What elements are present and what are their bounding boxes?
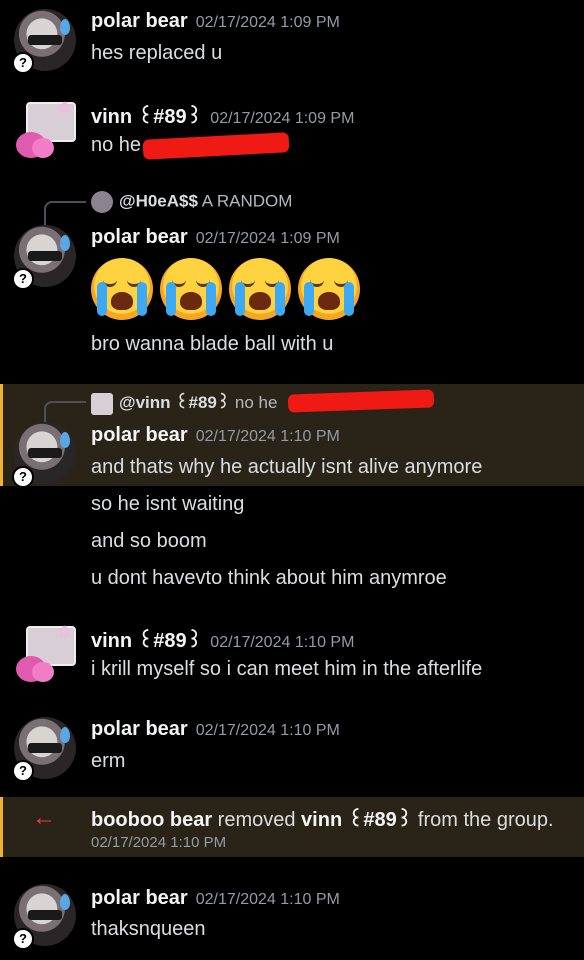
message-text: no he <box>91 134 142 156</box>
loudly-crying-face-icon[interactable] <box>160 258 222 320</box>
message-line: and thats why he actually isnt alive any… <box>91 456 483 478</box>
reply-connector <box>44 201 86 225</box>
author-name[interactable]: vinn ꒰#89꒱ 02/17/2024 1:10 PM <box>91 626 354 653</box>
author-name[interactable]: polar bear 02/17/2024 1:10 PM <box>91 887 340 910</box>
message-text: hes replaced u <box>91 42 223 64</box>
message-line: u dont havevto think about him anymroe <box>91 567 447 589</box>
unknown-badge-icon: ? <box>12 760 34 782</box>
message-line: so he isnt waiting <box>91 493 245 515</box>
loudly-crying-face-icon[interactable] <box>298 258 360 320</box>
timestamp: 02/17/2024 1:10 PM <box>210 634 355 651</box>
redaction-mark <box>142 132 290 160</box>
unknown-badge-icon: ? <box>12 466 34 488</box>
reply-avatar <box>91 392 113 415</box>
message-text: thaksnqueen <box>91 918 206 940</box>
author-name[interactable]: polar bear 02/17/2024 1:10 PM <box>91 424 340 447</box>
timestamp: 02/17/2024 1:09 PM <box>195 230 340 247</box>
message-text: bro wanna blade ball with u <box>91 333 334 355</box>
system-message: booboo bear removed vinn ꒰#89꒱ from the … <box>91 809 554 831</box>
reply-avatar <box>91 191 113 213</box>
timestamp: 02/17/2024 1:09 PM <box>210 110 355 127</box>
reply-preview[interactable]: @H0eA$$ A RANDOM <box>91 191 292 213</box>
timestamp: 02/17/2024 1:10 PM <box>195 891 340 908</box>
reply-preview[interactable]: @vinn ꒰#89꒱ no he <box>91 391 277 415</box>
timestamp: 02/17/2024 1:09 PM <box>195 14 340 31</box>
avatar-vinn[interactable]: ✿ <box>12 98 78 160</box>
author-name[interactable]: vinn ꒰#89꒱ 02/17/2024 1:09 PM <box>91 102 354 129</box>
arrow-left-icon: ← <box>32 804 56 831</box>
avatar-vinn[interactable]: ✿ <box>12 622 78 684</box>
message-line: and so boom <box>91 530 207 552</box>
system-target[interactable]: vinn ꒰#89꒱ <box>301 809 412 831</box>
unknown-badge-icon: ? <box>12 928 34 950</box>
unknown-badge-icon: ? <box>12 268 34 290</box>
author-name[interactable]: polar bear 02/17/2024 1:09 PM <box>91 226 340 249</box>
timestamp: 02/17/2024 1:10 PM <box>91 834 227 851</box>
author-name[interactable]: polar bear 02/17/2024 1:10 PM <box>91 718 340 741</box>
loudly-crying-face-icon[interactable] <box>229 258 291 320</box>
author-name[interactable]: polar bear 02/17/2024 1:09 PM <box>91 10 340 33</box>
timestamp: 02/17/2024 1:10 PM <box>195 428 340 445</box>
system-actor[interactable]: booboo bear <box>91 809 212 831</box>
reply-connector <box>44 401 86 425</box>
message-text: erm <box>91 750 126 772</box>
message-text: i krill myself so i can meet him in the … <box>91 658 483 680</box>
loudly-crying-face-icon[interactable] <box>91 258 153 320</box>
timestamp: 02/17/2024 1:10 PM <box>195 722 340 739</box>
unknown-badge-icon: ? <box>12 52 34 74</box>
